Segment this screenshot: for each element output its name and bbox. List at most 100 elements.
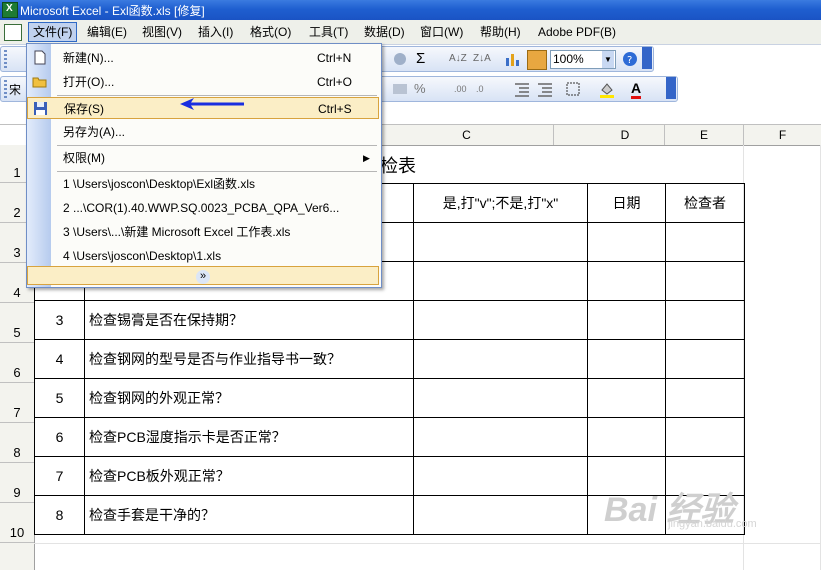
row-header[interactable]: 5 — [0, 303, 34, 343]
sheet-title: 检表 — [380, 156, 416, 176]
menu-item-shortcut: Ctrl+O — [317, 75, 353, 89]
toolbar-options-icon[interactable] — [666, 77, 676, 99]
font-name-field[interactable]: 宋 — [9, 81, 27, 97]
table-cell[interactable] — [665, 339, 745, 379]
research-icon[interactable] — [391, 50, 409, 68]
item-text-cell[interactable]: 检查手套是干净的？ — [84, 495, 414, 535]
menu-item-shortcut: Ctrl+S — [318, 102, 352, 116]
table-cell[interactable] — [413, 261, 588, 301]
watermark-url: jingyan.baidu.com — [668, 518, 757, 530]
menu-tools[interactable]: 工具(T) — [305, 23, 352, 41]
table-header-cell[interactable]: 是,打"v";不是,打"x" — [413, 183, 588, 223]
menu-window[interactable]: 窗口(W) — [416, 23, 467, 41]
table-cell[interactable] — [587, 417, 666, 457]
table-row: 4 检查钢网的型号是否与作业指导书一致？ — [34, 339, 745, 379]
table-cell[interactable] — [665, 261, 745, 301]
menu-item-save-as[interactable]: 另存为(A)... — [27, 121, 379, 143]
row-number-cell[interactable]: 8 — [34, 495, 85, 535]
table-cell[interactable] — [665, 378, 745, 418]
row-number-cell[interactable]: 7 — [34, 456, 85, 496]
decrease-indent-icon[interactable] — [513, 80, 531, 98]
menu-data[interactable]: 数据(D) — [360, 23, 409, 41]
file-menu-dropdown: 新建(N)... Ctrl+N 打开(O)... Ctrl+O 保存(S) Ct… — [26, 43, 382, 288]
font-color-icon[interactable]: A — [631, 80, 649, 99]
new-document-icon — [32, 50, 47, 65]
item-text-cell[interactable]: 检查钢网的外观正常？ — [84, 378, 414, 418]
table-header-cell[interactable]: 日期 — [587, 183, 666, 223]
table-cell[interactable] — [413, 339, 588, 379]
fill-color-icon[interactable] — [598, 80, 616, 98]
menu-view[interactable]: 视图(V) — [138, 23, 186, 41]
currency-style-icon[interactable] — [391, 80, 409, 98]
borders-icon[interactable] — [564, 80, 582, 98]
table-cell[interactable] — [587, 300, 666, 340]
toolbar-gripper[interactable] — [4, 80, 7, 98]
menu-item-permission[interactable]: 权限(M) ▶ — [27, 147, 379, 169]
column-header-d[interactable]: D — [586, 125, 665, 145]
row-number-cell[interactable]: 6 — [34, 417, 85, 457]
help-icon[interactable]: ? — [621, 50, 639, 68]
menu-insert[interactable]: 插入(I) — [194, 23, 237, 41]
menu-item-shortcut: Ctrl+N — [317, 51, 352, 65]
table-cell[interactable] — [587, 261, 666, 301]
column-header-f[interactable]: F — [744, 125, 821, 145]
menu-item-recent-1[interactable]: 1 \Users\joscon\Desktop\Exl函数.xls — [27, 173, 379, 195]
table-cell[interactable] — [413, 222, 588, 262]
row-header[interactable]: 8 — [0, 423, 34, 463]
menu-expand-button[interactable]: » — [27, 266, 379, 285]
toolbar-options-icon[interactable] — [642, 47, 652, 69]
table-cell[interactable] — [413, 378, 588, 418]
menu-item-recent-2[interactable]: 2 ...\COR(1).40.WWP.SQ.0023_PCBA_QPA_Ver… — [27, 197, 379, 219]
item-text-cell[interactable]: 检查钢网的型号是否与作业指导书一致？ — [84, 339, 414, 379]
table-cell[interactable] — [413, 417, 588, 457]
row-number-cell[interactable]: 3 — [34, 300, 85, 340]
row-number-cell[interactable]: 4 — [34, 339, 85, 379]
column-header-e[interactable]: E — [665, 125, 744, 145]
menu-item-label: 打开(O)... — [63, 75, 115, 89]
row-header[interactable]: 10 — [0, 503, 34, 543]
autosum-icon[interactable]: Σ — [416, 50, 434, 68]
menu-item-open[interactable]: 打开(O)... Ctrl+O — [27, 71, 379, 93]
item-text-cell[interactable]: 检查锡膏是否在保持期？ — [84, 300, 414, 340]
row-header[interactable]: 7 — [0, 383, 34, 423]
chevron-down-icon[interactable]: ▼ — [602, 51, 614, 68]
table-cell[interactable] — [587, 339, 666, 379]
increase-decimal-icon[interactable]: .00 — [454, 80, 472, 98]
menu-item-label: 保存(S) — [64, 102, 104, 116]
table-cell[interactable] — [587, 222, 666, 262]
sort-descending-icon[interactable]: Z↓A — [473, 50, 491, 68]
zoom-select[interactable]: 100% ▼ — [550, 50, 616, 69]
percent-style-icon[interactable]: % — [414, 80, 432, 98]
row-header[interactable]: 6 — [0, 343, 34, 383]
item-text-cell[interactable]: 检查PCB湿度指示卡是否正常？ — [84, 417, 414, 457]
menu-adobe-pdf[interactable]: Adobe PDF(B) — [534, 23, 620, 41]
item-text-cell[interactable]: 检查PCB板外观正常？ — [84, 456, 414, 496]
table-cell[interactable] — [413, 495, 588, 535]
menu-help[interactable]: 帮助(H) — [476, 23, 525, 41]
menu-edit[interactable]: 编辑(E) — [83, 23, 131, 41]
menu-file[interactable]: 文件(F) — [28, 22, 78, 42]
table-cell[interactable] — [413, 300, 588, 340]
table-cell[interactable] — [665, 222, 745, 262]
row-header[interactable]: 9 — [0, 463, 34, 503]
table-cell[interactable] — [665, 300, 745, 340]
menu-item-recent-4[interactable]: 4 \Users\joscon\Desktop\1.xls — [27, 245, 379, 267]
sort-ascending-icon[interactable]: A↓Z — [449, 50, 467, 68]
expand-chevron-icon: » — [196, 270, 210, 284]
chart-wizard-icon[interactable] — [504, 50, 522, 68]
menu-item-label: 2 ...\COR(1).40.WWP.SQ.0023_PCBA_QPA_Ver… — [63, 201, 340, 215]
document-icon[interactable] — [4, 24, 22, 41]
drawing-icon[interactable] — [527, 50, 547, 70]
increase-indent-icon[interactable] — [536, 80, 554, 98]
column-header-c[interactable]: C — [379, 125, 554, 145]
menu-item-new[interactable]: 新建(N)... Ctrl+N — [27, 47, 379, 69]
table-header-cell[interactable]: 检查者 — [665, 183, 745, 223]
row-number-cell[interactable]: 5 — [34, 378, 85, 418]
table-cell[interactable] — [587, 378, 666, 418]
table-cell[interactable] — [665, 417, 745, 457]
table-cell[interactable] — [413, 456, 588, 496]
decrease-decimal-icon[interactable]: .0 — [476, 80, 494, 98]
menu-item-recent-3[interactable]: 3 \Users\...\新建 Microsoft Excel 工作表.xls — [27, 221, 379, 243]
toolbar-gripper[interactable] — [4, 50, 7, 68]
menu-format[interactable]: 格式(O) — [246, 23, 295, 41]
